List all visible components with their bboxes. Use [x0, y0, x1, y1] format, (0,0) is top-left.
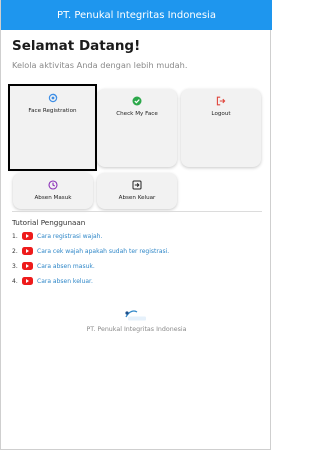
youtube-icon — [22, 247, 33, 255]
face-registration-icon — [47, 92, 58, 103]
tutorial-link[interactable]: Cara registrasi wajah. — [37, 233, 102, 240]
logout-icon — [216, 95, 227, 106]
check-circle-icon — [132, 95, 143, 106]
tutorial-link[interactable]: Cara absen keluar. — [37, 278, 93, 285]
tutorial-link[interactable]: Cara absen masuk. — [37, 263, 95, 270]
tutorial-number: 2. — [12, 247, 18, 255]
tutorial-number: 1. — [12, 232, 18, 240]
tutorial-item[interactable]: 4. Cara absen keluar. — [12, 277, 93, 285]
youtube-icon — [22, 277, 33, 285]
absen-masuk-button[interactable]: Absen Masuk — [13, 173, 93, 209]
exit-icon — [132, 179, 143, 190]
app-frame: PT. Penukal Integritas Indonesia Selamat… — [0, 0, 272, 450]
tutorial-title: Tutorial Penggunaan — [12, 218, 86, 227]
absen-keluar-button[interactable]: Absen Keluar — [97, 173, 177, 209]
check-my-face-label: Check My Face — [116, 111, 158, 117]
youtube-icon — [22, 262, 33, 270]
app-bar: PT. Penukal Integritas Indonesia — [1, 0, 272, 30]
app-title: PT. Penukal Integritas Indonesia — [57, 9, 216, 21]
greeting-title: Selamat Datang! — [12, 38, 141, 54]
tutorial-link[interactable]: Cara cek wajah apakah sudah ter registra… — [37, 248, 169, 255]
footer-company: PT. Penukal Integritas Indonesia — [86, 326, 187, 333]
absen-keluar-label: Absen Keluar — [118, 195, 156, 201]
tutorial-item[interactable]: 1. Cara registrasi wajah. — [12, 232, 102, 240]
tutorial-item[interactable]: 2. Cara cek wajah apakah sudah ter regis… — [12, 247, 169, 255]
absen-masuk-label: Absen Masuk — [34, 195, 72, 201]
section-divider — [12, 211, 262, 212]
tutorial-number: 4. — [12, 277, 18, 285]
logout-button[interactable]: Logout — [181, 89, 261, 167]
logout-label: Logout — [211, 111, 231, 117]
tutorial-item[interactable]: 3. Cara absen masuk. — [12, 262, 95, 270]
youtube-icon — [22, 232, 33, 240]
check-my-face-button[interactable]: Check My Face — [97, 89, 177, 167]
greeting-subtitle: Kelola aktivitas Anda dengan lebih mudah… — [12, 60, 188, 70]
clock-icon — [48, 179, 59, 190]
tutorial-number: 3. — [12, 262, 18, 270]
company-logo — [125, 310, 146, 321]
face-registration-label: Face Registration — [28, 108, 77, 114]
face-registration-button[interactable]: Face Registration — [8, 84, 97, 171]
